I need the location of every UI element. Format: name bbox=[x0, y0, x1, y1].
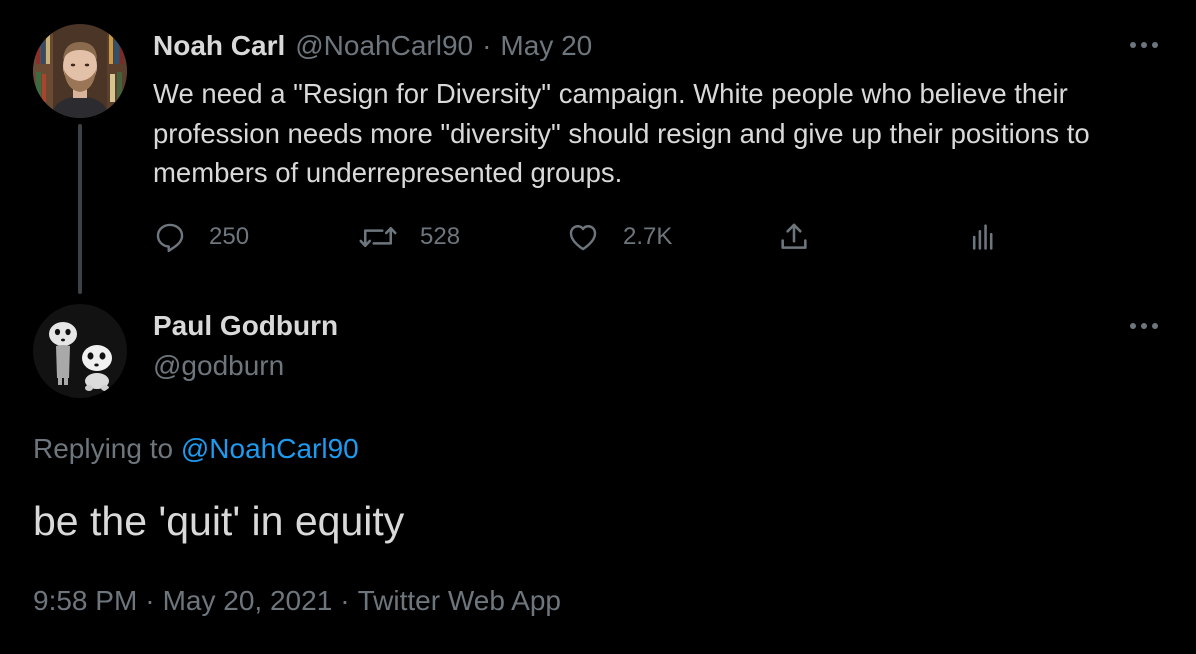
avatar-paul-godburn[interactable] bbox=[33, 304, 127, 398]
more-horizontal-icon bbox=[1130, 42, 1158, 48]
reply-tweet-metadata: 9:58 PM · May 20, 2021 · Twitter Web App bbox=[33, 585, 561, 617]
retweet-count: 528 bbox=[420, 223, 461, 250]
parent-more-options-button[interactable] bbox=[1126, 35, 1162, 55]
retweet-button[interactable]: 528 bbox=[358, 217, 460, 257]
reply-count: 250 bbox=[209, 223, 250, 250]
reply-tweet-source[interactable]: Twitter Web App bbox=[358, 585, 561, 616]
reply-icon bbox=[156, 223, 184, 253]
meta-separator-1: · bbox=[145, 585, 155, 616]
replying-to-line: Replying to @NoahCarl90 bbox=[33, 433, 359, 465]
share-icon bbox=[781, 223, 807, 249]
avatar-photo bbox=[33, 24, 127, 118]
avatar-noah-carl[interactable] bbox=[33, 24, 127, 118]
meta-separator-2: · bbox=[340, 585, 350, 616]
avatar-kodama-image bbox=[33, 304, 127, 398]
like-count: 2.7K bbox=[623, 223, 673, 250]
parent-tweet-text: We need a "Resign for Diversity" campaig… bbox=[153, 78, 1090, 188]
replying-to-label: Replying to bbox=[33, 433, 181, 464]
reply-tweet-text: be the 'quit' in equity bbox=[33, 498, 405, 544]
parent-author-handle[interactable]: @NoahCarl90 bbox=[295, 30, 473, 62]
parent-tweet-header: Noah Carl @NoahCarl90 · May 20 bbox=[153, 28, 592, 64]
reply-more-options-button[interactable] bbox=[1126, 316, 1162, 336]
replying-to-mention-link[interactable]: @NoahCarl90 bbox=[181, 433, 359, 464]
analytics-bars-icon bbox=[972, 224, 993, 250]
share-button[interactable] bbox=[777, 217, 811, 257]
reply-author-name[interactable]: Paul Godburn bbox=[153, 310, 338, 342]
parent-tweet-date[interactable]: May 20 bbox=[500, 30, 592, 62]
tweet-analytics-button[interactable] bbox=[965, 217, 999, 257]
heart-icon bbox=[569, 225, 597, 251]
parent-author-name[interactable]: Noah Carl bbox=[153, 30, 285, 62]
reply-author-handle[interactable]: @godburn bbox=[153, 350, 284, 382]
retweet-icon bbox=[359, 226, 397, 248]
like-button[interactable]: 2.7K bbox=[565, 217, 672, 257]
reply-tweet-time[interactable]: 9:58 PM bbox=[33, 585, 137, 616]
more-horizontal-icon bbox=[1130, 323, 1158, 329]
reply-tweet-date[interactable]: May 20, 2021 bbox=[163, 585, 333, 616]
thread-connector-line bbox=[78, 124, 82, 294]
reply-button[interactable]: 250 bbox=[153, 217, 249, 257]
header-separator: · bbox=[482, 30, 492, 61]
